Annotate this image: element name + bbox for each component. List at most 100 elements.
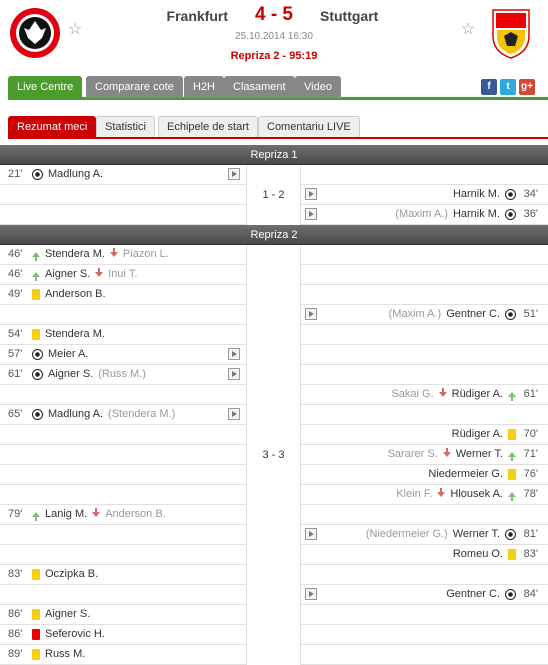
player-out[interactable]: Sararer S.: [388, 445, 438, 464]
event-player[interactable]: Stendera M.: [45, 325, 105, 344]
google-plus-icon[interactable]: g+: [519, 79, 535, 95]
event-minute: 49': [8, 288, 23, 300]
goal-ball-icon: [505, 209, 516, 220]
home-event: 83' Oczipka B.: [0, 565, 247, 584]
event-player[interactable]: Aigner S.: [48, 365, 93, 384]
match-score: 4 - 5: [254, 4, 294, 25]
goal-ball-icon: [32, 409, 43, 420]
event-content: Stendera M. Piazon L.: [32, 245, 169, 264]
away-event: 36' (Maxim A.) Harnik M.: [300, 205, 548, 224]
event-player[interactable]: Meier A.: [48, 345, 88, 364]
video-play-icon[interactable]: [305, 188, 317, 200]
period-header: Repriza 1: [0, 145, 548, 165]
period-events: 46' Stendera M. Piazon L. 46' Aigner S. Inui …: [0, 245, 548, 665]
video-play-icon[interactable]: [305, 308, 317, 320]
event-content: Aigner S. Inui T.: [32, 265, 137, 284]
period-score: 3 - 3: [246, 245, 301, 665]
yellow-card-icon: [32, 289, 40, 300]
assist-player[interactable]: (Stendera M.): [108, 405, 175, 424]
player-out[interactable]: Klein F.: [396, 485, 432, 504]
video-play-icon[interactable]: [305, 588, 317, 600]
sub-in-arrow-icon: [32, 272, 40, 281]
event-content: Meier A.: [32, 345, 88, 364]
event-player[interactable]: Romeu O.: [453, 545, 503, 564]
tab-statistici[interactable]: Statistici: [96, 116, 155, 137]
event-player[interactable]: Aigner S.: [45, 605, 90, 624]
video-play-icon[interactable]: [305, 528, 317, 540]
home-event: 21' Madlung A.: [0, 165, 247, 184]
event-minute: 83': [8, 568, 23, 580]
away-event: 84' Gentner C.: [300, 585, 548, 604]
event-content: Oczipka B.: [32, 565, 98, 584]
tab-clasament[interactable]: Clasament: [224, 76, 295, 98]
event-content: (Niedermeier G.) Werner T.: [366, 525, 516, 544]
event-player[interactable]: Werner T.: [453, 525, 500, 544]
event-player[interactable]: Seferovic H.: [45, 625, 105, 644]
tab-comentariu-live[interactable]: Comentariu LIVE: [258, 116, 360, 137]
video-play-icon[interactable]: [228, 408, 240, 420]
tab-comparare-cote[interactable]: Comparare cote: [86, 76, 183, 98]
tab-rezumat-meci[interactable]: Rezumat meci: [8, 116, 97, 137]
main-tabs: Live Centre Comparare cote H2H Clasament…: [8, 76, 548, 100]
yellow-card-icon: [508, 429, 516, 440]
home-team-name[interactable]: Frankfurt: [167, 8, 228, 24]
assist-player[interactable]: (Maxim A.): [395, 205, 448, 224]
event-content: Gentner C.: [446, 585, 516, 604]
away-event: 78' Klein F. Hlousek A.: [300, 485, 548, 504]
event-player[interactable]: Oczipka B.: [45, 565, 98, 584]
goal-ball-icon: [505, 309, 516, 320]
tab-video[interactable]: Video: [295, 76, 341, 98]
event-minute: 79': [8, 508, 23, 520]
assist-player[interactable]: (Russ M.): [98, 365, 146, 384]
away-event: 81' (Niedermeier G.) Werner T.: [300, 525, 548, 544]
match-header: ☆ Frankfurt 4 - 5 Stuttgart ☆ 25.10.2014…: [0, 0, 548, 70]
player-out[interactable]: Inui T.: [108, 265, 137, 284]
video-play-icon[interactable]: [305, 208, 317, 220]
event-player[interactable]: Harnik M.: [453, 185, 500, 204]
event-minute: 78': [523, 488, 538, 500]
event-player[interactable]: Anderson B.: [45, 285, 106, 304]
event-player[interactable]: Niedermeier G.: [428, 465, 503, 484]
away-event: 71' Sararer S. Werner T.: [300, 445, 548, 464]
video-play-icon[interactable]: [228, 168, 240, 180]
player-out[interactable]: Anderson B.: [105, 505, 166, 524]
player-in[interactable]: Rüdiger A.: [452, 385, 503, 404]
event-content: Madlung A. (Stendera M.): [32, 405, 175, 424]
away-team-name[interactable]: Stuttgart: [320, 8, 378, 24]
event-player[interactable]: Russ M.: [45, 645, 85, 664]
assist-player[interactable]: (Niedermeier G.): [366, 525, 448, 544]
sub-in-arrow-icon: [32, 252, 40, 261]
home-event: 86' Seferovic H.: [0, 625, 247, 644]
event-player[interactable]: Madlung A.: [48, 405, 103, 424]
event-minute: 89': [8, 648, 23, 660]
tab-echipele-de-start[interactable]: Echipele de start: [158, 116, 258, 137]
facebook-icon[interactable]: f: [481, 79, 497, 95]
player-in[interactable]: Werner T.: [456, 445, 503, 464]
event-minute: 86': [8, 608, 23, 620]
event-minute: 86': [8, 628, 23, 640]
yellow-card-icon: [32, 569, 40, 580]
video-play-icon[interactable]: [228, 368, 240, 380]
twitter-icon[interactable]: t: [500, 79, 516, 95]
event-player[interactable]: Gentner C.: [446, 305, 500, 324]
player-in[interactable]: Aigner S.: [45, 265, 90, 284]
player-in[interactable]: Stendera M.: [45, 245, 105, 264]
event-minute: 76': [523, 468, 538, 480]
tab-live-centre[interactable]: Live Centre: [8, 76, 83, 100]
event-content: Aigner S.: [32, 605, 90, 624]
event-player[interactable]: Rüdiger A.: [452, 425, 503, 444]
tab-h2h[interactable]: H2H: [184, 76, 225, 98]
player-out[interactable]: Sakai G.: [391, 385, 433, 404]
event-minute: 21': [8, 168, 23, 180]
event-player[interactable]: Harnik M.: [453, 205, 500, 224]
home-event: 86' Aigner S.: [0, 605, 247, 624]
video-play-icon[interactable]: [228, 348, 240, 360]
player-out[interactable]: Piazon L.: [123, 245, 169, 264]
event-player[interactable]: Madlung A.: [48, 165, 103, 184]
player-in[interactable]: Hlousek A.: [450, 485, 503, 504]
home-event: 57' Meier A.: [0, 345, 247, 364]
event-content: Seferovic H.: [32, 625, 105, 644]
assist-player[interactable]: (Maxim A.): [389, 305, 442, 324]
event-player[interactable]: Gentner C.: [446, 585, 500, 604]
player-in[interactable]: Lanig M.: [45, 505, 87, 524]
